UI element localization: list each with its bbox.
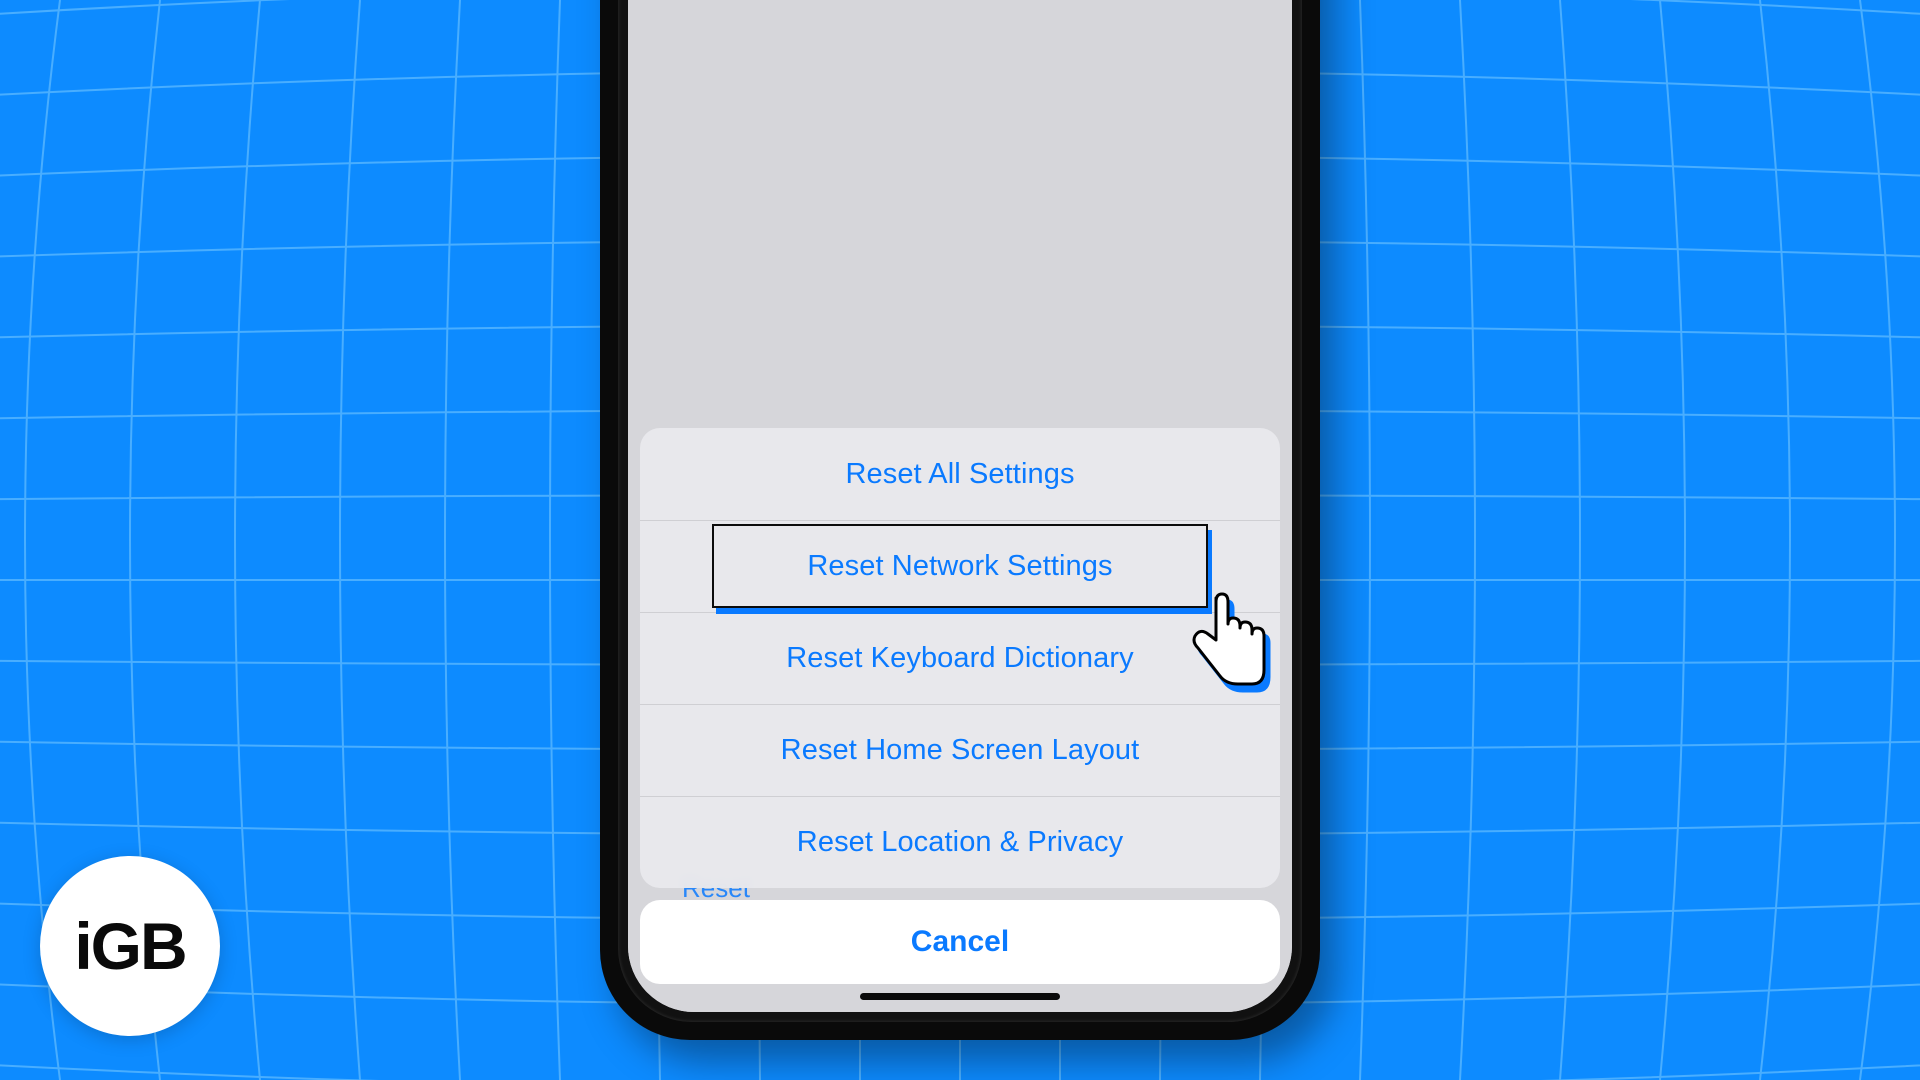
logo-text: iGB	[74, 908, 185, 984]
option-label: Reset All Settings	[845, 458, 1074, 491]
cancel-label: Cancel	[911, 925, 1009, 959]
option-label: Reset Network Settings	[807, 550, 1112, 583]
settings-background: Get Started	[628, 0, 1292, 418]
cancel-button[interactable]: Cancel	[640, 900, 1280, 984]
option-label: Reset Location & Privacy	[797, 826, 1123, 859]
pointer-cursor-icon	[1178, 590, 1278, 705]
phone-screen: Get Started Reset Reset All Settings Res…	[628, 0, 1292, 1012]
phone-mockup: Get Started Reset Reset All Settings Res…	[600, 0, 1320, 1040]
reset-location-privacy-option[interactable]: Reset Location & Privacy	[640, 796, 1280, 888]
reset-home-screen-layout-option[interactable]: Reset Home Screen Layout	[640, 704, 1280, 796]
igb-logo: iGB	[40, 856, 220, 1036]
option-label: Reset Home Screen Layout	[781, 734, 1140, 767]
home-indicator[interactable]	[860, 993, 1060, 1000]
reset-all-settings-option[interactable]: Reset All Settings	[640, 428, 1280, 520]
option-label: Reset Keyboard Dictionary	[786, 642, 1133, 675]
